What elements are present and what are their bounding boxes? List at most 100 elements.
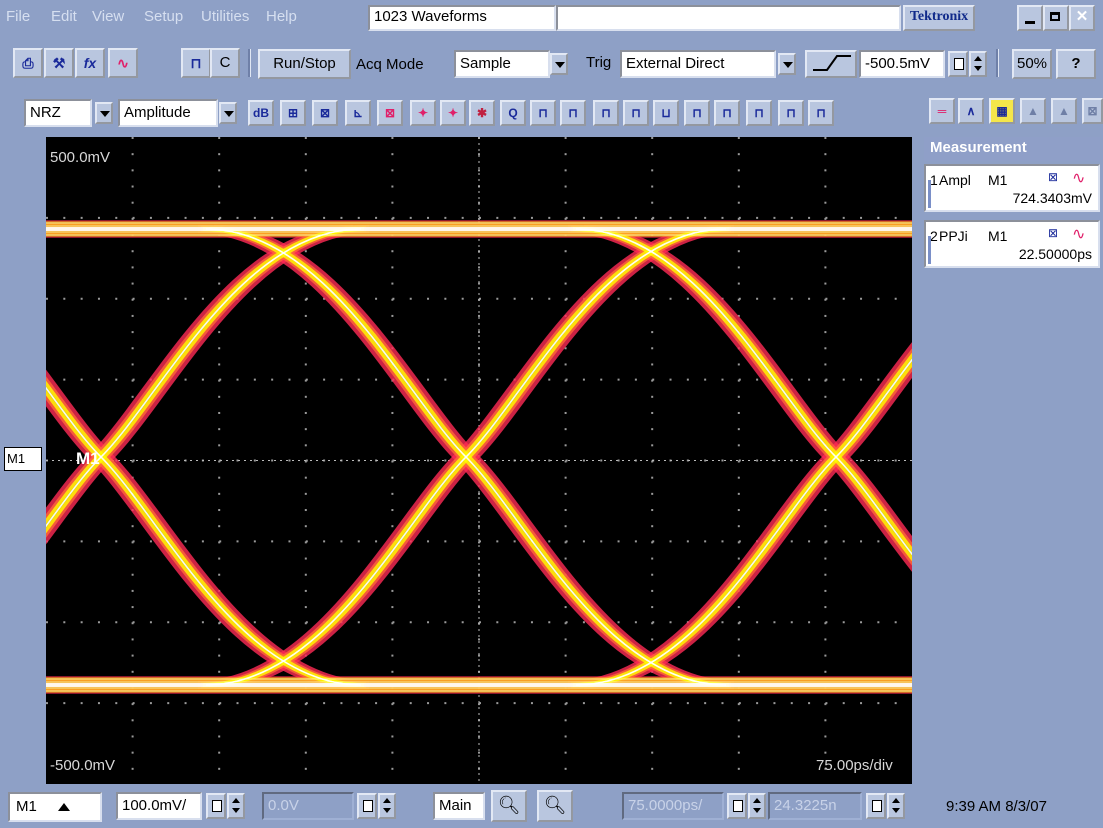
measurement-2[interactable]: 2 PPJi M1 ⊠ ∿ 22.50000ps [924,220,1100,268]
clear-button[interactable]: C [210,48,240,78]
graticule-dot [600,378,603,381]
amplitude-button[interactable]: ⊠ [377,100,403,126]
run-stop-button[interactable]: Run/Stop [258,49,351,79]
print-button[interactable]: ⎙ [13,48,43,78]
channel-select[interactable]: M1 [8,792,102,822]
duty-distortion-button[interactable]: ⊓ [778,100,804,126]
graticule-dot [600,702,603,705]
rise-time-button[interactable]: ⊓ [530,100,556,126]
graticule-dot [651,185,654,188]
measurement-class-dropdown[interactable] [219,102,237,124]
graticule-dot [304,444,307,447]
signal-type-dropdown[interactable] [95,102,113,124]
menu-utilities[interactable]: Utilities [201,8,249,25]
jitter-pp-button[interactable]: ✦ [410,100,436,126]
vscale-spinner[interactable] [227,793,245,819]
duty-cycle-button[interactable]: ⊔ [653,100,679,126]
math-function-button[interactable]: fx [75,48,105,78]
persistence-button[interactable]: ▦ [989,98,1015,124]
trig-slope-button[interactable] [805,50,857,78]
graticule-dot [323,540,326,543]
menu-setup[interactable]: Setup [144,8,183,25]
graticule-dot [288,459,291,462]
graticule-dot [184,378,187,381]
trig-source-select[interactable]: External Direct [620,50,776,78]
m1-reference-marker[interactable]: M1 [4,447,42,471]
menu-file[interactable]: File [6,8,30,25]
period-button[interactable]: ⊓ [714,100,740,126]
pulse-width-button[interactable]: ⊓ [684,100,710,126]
measurement-1[interactable]: 1 Ampl M1 ⊠ ∿ 724.3403mV [924,164,1100,212]
q-factor-button[interactable]: Q [500,100,526,126]
graticule-dot [548,621,551,624]
acq-mode-dropdown[interactable] [550,53,568,75]
acq-mode-select[interactable]: Sample [454,50,550,78]
eye-height-button[interactable]: ⊠ [312,100,338,126]
graticule-dot [218,411,221,414]
graticule-dot [737,557,740,560]
offset-keypad-button[interactable] [357,793,377,819]
crossing-button[interactable]: ⊾ [345,100,371,126]
menu-edit[interactable]: Edit [51,8,77,25]
fall-time-button[interactable]: ⊓ [560,100,586,126]
graticule-dot [391,185,394,188]
measurement-class-select[interactable]: Amplitude [118,99,218,127]
zoom-in-button[interactable]: 🔍︎ [491,790,527,822]
histogram-meas-button[interactable]: ⊞ [280,100,306,126]
horizontal-scale-field[interactable]: 75.0000ps/ [622,792,724,820]
close-button[interactable]: ✕ [1069,5,1095,31]
hpos-keypad-button[interactable] [866,793,886,819]
offset-spinner[interactable] [378,793,396,819]
minimize-button[interactable] [1017,5,1043,31]
graticule-dot [877,702,880,705]
bit-time-button[interactable]: ⊓ [623,100,649,126]
graticule-dot [253,378,256,381]
extinction-ratio-button[interactable]: dB [248,100,274,126]
display-dots-button[interactable]: ∧ [958,98,984,124]
hscale-spinner[interactable] [748,793,766,819]
menu-help[interactable]: Help [266,8,297,25]
color-grade-button[interactable]: ▲ [1051,98,1077,124]
frequency-button[interactable]: ⊓ [746,100,772,126]
vertical-offset-field[interactable]: 0.0V [262,792,354,820]
vscale-keypad-button[interactable] [206,793,226,819]
graticule-dot [564,185,567,188]
hpos-spinner[interactable] [887,793,905,819]
signal-type-select[interactable]: NRZ [24,99,92,127]
trig-level-keypad-button[interactable] [948,51,968,77]
graticule-dot [738,540,741,543]
vertical-top-label: 500.0mV [50,149,111,166]
graticule-dot [564,735,567,738]
bit-rate-button[interactable]: ⊓ [593,100,619,126]
setup-tools-button[interactable]: ⚒ [44,48,74,78]
graticule-dot [877,216,880,219]
horizontal-position-field[interactable]: 24.3225n [768,792,862,820]
jitter-rms-button[interactable]: ✦ [440,100,466,126]
trig-level-field[interactable]: -500.5mV [859,50,945,78]
restore-button[interactable] [1043,5,1069,31]
display-vectors-button[interactable]: ═ [929,98,955,124]
zoom-display-button[interactable]: ⊠ [1082,98,1103,124]
graticule-dot [392,297,395,300]
timebase-main-field[interactable]: Main [433,792,485,820]
graticule-dot [651,395,654,398]
menu-view[interactable]: View [92,8,124,25]
trig-level-spinner[interactable] [969,51,987,77]
duty-icon: ⊔ [661,106,671,120]
noise-button[interactable]: ✱ [469,100,495,126]
trig-50pct-button[interactable]: 50% [1012,49,1052,79]
graticule-dot [686,297,689,300]
waveform-display-button[interactable]: ∿ [108,48,138,78]
cross-percent-button[interactable]: ⊓ [808,100,834,126]
whats-this-help-button[interactable]: ? [1056,49,1096,79]
zoom-2-button[interactable]: 🔍︎ [537,790,573,822]
graticule-dot [737,509,740,512]
trig-source-dropdown[interactable] [778,53,796,75]
vertical-scale-field[interactable]: 100.0mV/ [116,792,202,820]
pattern-sync-button[interactable]: ⊓ [181,48,211,78]
waveform-display[interactable]: 500.0mV -500.0mV 75.00ps/div M1 [46,137,912,784]
graticule-dot [564,153,567,156]
histogram-display-button[interactable]: ▲ [1020,98,1046,124]
graticule-dot [564,363,567,366]
hscale-keypad-button[interactable] [727,793,747,819]
